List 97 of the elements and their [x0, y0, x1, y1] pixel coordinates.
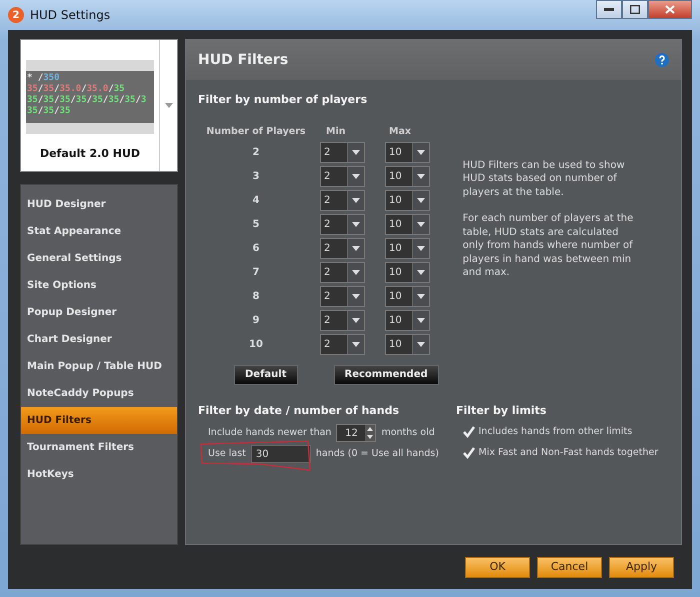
player-count: 9: [252, 314, 260, 328]
dropdown[interactable]: 10: [385, 166, 430, 187]
caret-icon: [352, 294, 360, 299]
sidebar-item[interactable]: HUD Designer: [21, 191, 177, 218]
dialog-button[interactable]: Apply: [609, 556, 674, 578]
hud-stat-line: * /350: [27, 73, 61, 84]
panel-title: HUD Filters: [198, 50, 288, 70]
app-icon: 2: [8, 7, 24, 23]
caret-icon: [417, 150, 425, 155]
checkbox[interactable]: [462, 425, 476, 440]
player-count: 7: [252, 266, 260, 280]
dropdown[interactable]: 2: [320, 334, 365, 355]
maximize-icon: [630, 5, 640, 14]
field-label: Use last: [208, 447, 246, 462]
dropdown[interactable]: 2: [320, 238, 365, 259]
sidebar-item[interactable]: Site Options: [21, 272, 177, 299]
player-count: 8: [252, 290, 260, 304]
caret-icon: [417, 174, 425, 179]
dropdown[interactable]: 10: [385, 334, 430, 355]
hud-stat-line: 35/35/35/35/35/35/35/3: [27, 95, 148, 106]
dropdown[interactable]: 10: [385, 190, 430, 211]
caret-icon: [417, 198, 425, 203]
number-spinner[interactable]: 12: [336, 424, 376, 442]
description-text: For each number of players at the table, HUD stats are calculated only from hands where number of players in hand was between min and max.: [462, 212, 634, 280]
caret-icon: [352, 270, 360, 275]
column-header: Max: [388, 124, 412, 138]
section-heading: Filter by number of players: [198, 92, 368, 108]
sidebar-item[interactable]: HotKeys: [21, 461, 177, 488]
dropdown[interactable]: 2: [320, 142, 365, 163]
checkbox[interactable]: [462, 446, 476, 460]
sidebar-item[interactable]: Main Popup / Table HUD: [21, 353, 177, 380]
hud-stat-line: 35/35/35: [27, 106, 72, 117]
checkbox-label[interactable]: Mix Fast and Non-Fast hands together: [478, 446, 658, 460]
action-button[interactable]: Recommended: [334, 364, 439, 385]
caret-icon: [352, 150, 360, 155]
dropdown[interactable]: 2: [320, 286, 365, 307]
sidebar-item[interactable]: HUD Filters: [21, 407, 177, 434]
column-header: Number of Players: [206, 124, 306, 138]
sidebar-item[interactable]: General Settings: [21, 245, 177, 272]
spinner-arrows-icon: [365, 425, 376, 442]
player-count: 6: [252, 242, 260, 256]
player-count: 4: [252, 194, 260, 208]
hud-stat-line: 35/35/35.0/35.0/35: [27, 84, 126, 95]
player-count: 2: [252, 146, 260, 160]
hud-preview-card[interactable]: * /350 35/35/35.0/35.0/35 35/35/35/35/35/35/35/3 35/35/35 Default 2.0 HUD: [20, 39, 178, 172]
dropdown[interactable]: 2: [320, 214, 365, 235]
action-button[interactable]: Default: [234, 364, 298, 385]
dropdown[interactable]: 10: [385, 286, 430, 307]
dropdown[interactable]: 2: [320, 190, 365, 211]
section-heading: Filter by date / number of hands: [198, 402, 400, 419]
field-label: Include hands newer than: [208, 426, 332, 440]
dropdown[interactable]: 10: [385, 262, 430, 283]
minimize-icon: [604, 8, 614, 12]
dropdown[interactable]: 10: [385, 238, 430, 259]
player-count: 3: [252, 170, 260, 184]
dialog-button[interactable]: Cancel: [537, 556, 602, 578]
caret-icon: [417, 270, 425, 275]
dropdown[interactable]: 10: [385, 310, 430, 331]
window-title: HUD Settings: [30, 7, 110, 24]
sidebar-item[interactable]: Stat Appearance: [21, 218, 177, 245]
minimize-button[interactable]: [596, 0, 622, 19]
close-button[interactable]: [648, 0, 692, 19]
caret-icon: [417, 246, 425, 251]
player-count: 10: [248, 338, 264, 352]
caret-icon: [352, 174, 360, 179]
dropdown[interactable]: 2: [320, 310, 365, 331]
caret-icon: [164, 103, 172, 108]
caret-icon: [352, 342, 360, 347]
dialog-button[interactable]: OK: [465, 556, 530, 578]
sidebar-item[interactable]: Chart Designer: [21, 326, 177, 353]
checkbox-label[interactable]: Includes hands from other limits: [478, 425, 632, 440]
dropdown[interactable]: 2: [320, 166, 365, 187]
caret-icon: [352, 222, 360, 227]
description-text: HUD Filters can be used to show HUD stats based on number of players at the table.: [462, 158, 626, 199]
hud-name: Default 2.0 HUD: [40, 146, 140, 162]
dropdown[interactable]: 2: [320, 262, 365, 283]
caret-icon: [352, 318, 360, 323]
column-header: Min: [325, 124, 346, 138]
caret-icon: [352, 198, 360, 203]
help-icon[interactable]: [655, 53, 669, 67]
section-heading: Filter by limits: [456, 402, 548, 419]
maximize-button[interactable]: [622, 0, 648, 19]
sidebar-item[interactable]: Tournament Filters: [21, 434, 177, 461]
close-icon: [665, 5, 675, 14]
hands-input[interactable]: 30: [250, 445, 311, 464]
caret-icon: [417, 222, 425, 227]
sidebar-item[interactable]: NoteCaddy Popups: [21, 380, 177, 407]
player-count: 5: [252, 218, 260, 232]
field-suffix: hands (0 = Use all hands): [316, 447, 439, 462]
caret-icon: [352, 246, 360, 251]
sidebar-item[interactable]: Popup Designer: [21, 299, 177, 326]
caret-icon: [417, 342, 425, 347]
field-suffix: months old: [381, 426, 435, 440]
caret-icon: [417, 294, 425, 299]
dropdown[interactable]: 10: [385, 214, 430, 235]
dropdown[interactable]: 10: [385, 142, 430, 163]
caret-icon: [417, 318, 425, 323]
